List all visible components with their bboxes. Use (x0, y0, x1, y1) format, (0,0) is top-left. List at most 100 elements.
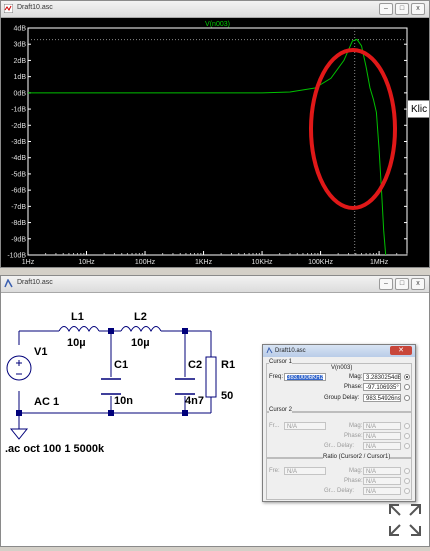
c1-name: C1 (114, 359, 128, 371)
minimize-button[interactable]: – (379, 278, 393, 290)
l1-name: L1 (71, 311, 84, 323)
x-tick-label: 100Hz (135, 259, 156, 266)
cursor1-phase-label: Phase: (344, 384, 363, 390)
cursor1-trace: V(n003) (331, 365, 353, 371)
cursor1-freq-label: Freq: (269, 374, 284, 380)
r1-name: R1 (221, 359, 235, 371)
cursor2-phase-label: Phase: (344, 433, 363, 439)
ratio-gd-label: Gr... Delay: (324, 488, 355, 494)
cursor1-freq-value: 383.0006KHz (287, 375, 324, 381)
cursor1-freq-field[interactable]: 383.0006KHz (284, 373, 326, 381)
tooltip: Klic (407, 100, 430, 118)
y-tick-label: 2dB (14, 58, 27, 65)
ratio-freq-field: N/A (284, 467, 326, 475)
r1-value: 50 (221, 390, 233, 402)
ratio-phase-radio (404, 478, 410, 484)
schematic-titlebar[interactable]: Draft10.asc – □ x (1, 276, 429, 293)
close-button[interactable]: x (411, 278, 425, 290)
series-line-v-n003 (28, 38, 387, 256)
trace-label: V(n003) (205, 21, 230, 28)
ratio-freq-label: Fre: (269, 468, 280, 474)
cursor-dialog-titlebar[interactable]: Draft10.asc ✕ (263, 345, 415, 357)
y-tick-label: 1dB (14, 74, 27, 81)
cursor-dialog-title: Draft10.asc (275, 348, 306, 354)
x-tick-label: 1MHz (370, 259, 389, 266)
capacitor-c1[interactable] (101, 378, 121, 395)
x-tick-label: 10KHz (252, 259, 274, 266)
waveform-app-icon (4, 4, 13, 13)
cursor2-mag-radio (404, 423, 410, 429)
inductor-l2[interactable] (120, 326, 162, 333)
x-tick-label: 1Hz (22, 259, 35, 266)
waveform-title: Draft10.asc (17, 4, 53, 11)
cursor2-gd-label: Gr... Delay: (324, 443, 355, 449)
ratio-mag-label: Mag: (349, 468, 363, 474)
ratio-mag-field: N/A (363, 467, 401, 475)
y-tick-label: 4dB (14, 26, 27, 33)
y-tick-label: -3dB (11, 139, 26, 146)
cursor2-mag-label: Mag: (349, 423, 363, 429)
cursor2-phase-field: N/A (363, 432, 401, 440)
cursor2-freq-value: N/A (287, 424, 298, 430)
bode-plot[interactable]: 4dB 3dB 2dB 1dB 0dB -1dB -2dB -3dB -4dB -5dB -6dB -… (1, 18, 429, 267)
ratio-phase-label: Phase: (344, 478, 363, 484)
cursor1-phase-radio[interactable] (404, 384, 410, 390)
y-tick-label: -8dB (11, 220, 26, 227)
y-tick-label: -9dB (11, 236, 26, 243)
cursor2-phase-radio (404, 433, 410, 439)
c2-value: 4n7 (185, 395, 204, 407)
y-tick-label: -1dB (11, 107, 26, 114)
cursor1-mag-field[interactable]: 3.2830254dB (363, 373, 401, 381)
ratio-gd-radio (404, 488, 410, 494)
cursor2-gd-radio (404, 443, 410, 449)
cursor1-gd-field[interactable]: 983.54926ns (363, 394, 401, 402)
maximize-button[interactable]: □ (395, 3, 409, 15)
y-tick-label: 0dB (14, 90, 27, 97)
waveform-titlebar[interactable]: Draft10.asc – □ x (1, 1, 429, 18)
y-tick-label: -5dB (11, 171, 26, 178)
minimize-button[interactable]: – (379, 3, 393, 15)
y-tick-label: -7dB (11, 204, 26, 211)
y-tick-label: -2dB (11, 123, 26, 130)
l2-name: L2 (134, 311, 147, 323)
ratio-phase-field: N/A (363, 477, 401, 485)
l2-value: 10µ (131, 337, 150, 349)
ratio-mag-radio (404, 468, 410, 474)
cursor1-gd-radio[interactable] (404, 395, 410, 401)
capacitor-c2[interactable] (175, 378, 195, 395)
schematic-title: Draft10.asc (17, 279, 53, 286)
tooltip-text: Klic (411, 104, 428, 115)
v1-value: AC 1 (34, 396, 59, 408)
close-button[interactable]: x (411, 3, 425, 15)
y-tick-label: -4dB (11, 155, 26, 162)
cursor1-phase-field[interactable]: -97.106935° (363, 383, 401, 391)
plot-area[interactable]: 4dB 3dB 2dB 1dB 0dB -1dB -2dB -3dB -4dB -5dB -6dB -… (1, 18, 429, 267)
x-tick-label: 100KHz (308, 259, 333, 266)
cursor1-mag-radio[interactable] (404, 374, 410, 380)
maximize-button[interactable]: □ (395, 278, 409, 290)
inductor-l1[interactable] (58, 326, 100, 333)
cursor2-group-label: Cursor 2 (269, 407, 293, 413)
cursor1-group-label: Cursor 1 (269, 359, 293, 365)
l1-value: 10µ (67, 337, 86, 349)
y-tick-label: -6dB (11, 188, 26, 195)
dialog-app-icon (266, 347, 273, 354)
expand-arrows-icon[interactable] (387, 502, 423, 538)
schematic-app-icon (4, 279, 13, 288)
waveform-window: Draft10.asc – □ x 4dB 3dB 2dB 1dB 0dB -1dB -2d… (0, 0, 430, 268)
cursor2-freq-label: Fr... (269, 423, 280, 429)
cursor2-mag-field: N/A (363, 422, 401, 430)
c1-value: 10n (114, 395, 133, 407)
resistor-r1[interactable] (205, 356, 217, 398)
dialog-close-button[interactable]: ✕ (390, 346, 412, 355)
plot-frame (27, 27, 408, 256)
ratio-freq-value: N/A (287, 469, 298, 475)
annotation-ellipse (309, 48, 397, 210)
c2-name: C2 (188, 359, 202, 371)
y-tick-label: 3dB (14, 42, 27, 49)
voltage-source-v1[interactable] (6, 355, 32, 381)
cursor1-mag-label: Mag: (349, 374, 363, 380)
cursor-dialog: Draft10.asc ✕ Cursor 1 V(n003) Freq: 383… (262, 344, 416, 502)
ground-icon (9, 428, 29, 440)
spice-directive[interactable]: .ac oct 100 1 5000k (5, 443, 105, 455)
